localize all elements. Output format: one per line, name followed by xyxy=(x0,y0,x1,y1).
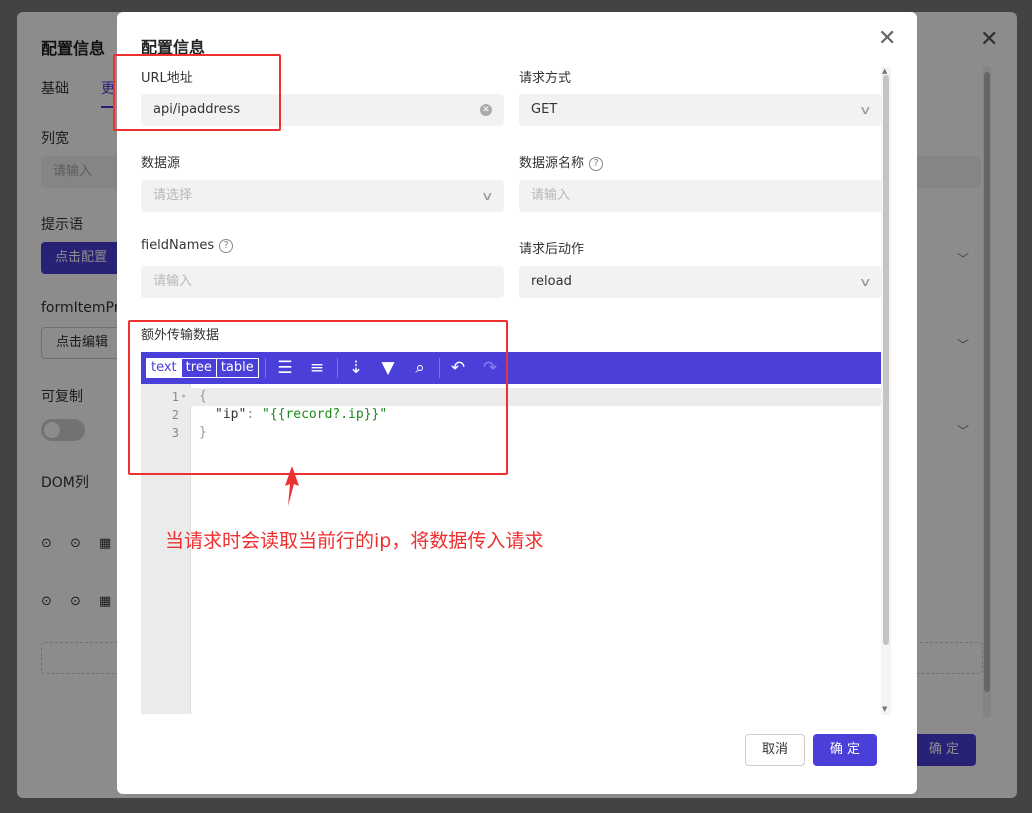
scroll-down-icon[interactable]: ▼ xyxy=(882,705,887,713)
method-select[interactable]: GET ∨ xyxy=(519,94,882,126)
help-icon[interactable]: ? xyxy=(219,239,234,253)
help-icon[interactable]: ? xyxy=(589,157,604,171)
scrollbar-thumb[interactable] xyxy=(883,75,889,645)
annotation-box-extra-data xyxy=(128,320,508,475)
datasource-select[interactable]: 请选择 ∨ xyxy=(141,180,504,212)
label-method: 请求方式 xyxy=(519,71,572,86)
label-after-action: 请求后动作 xyxy=(519,242,585,257)
annotation-arrow-icon xyxy=(285,466,299,506)
chevron-down-icon: ∨ xyxy=(859,275,873,289)
label-datasource-name-text: 数据源名称 xyxy=(519,156,585,171)
label-datasource-name: 数据源名称? xyxy=(519,152,604,171)
chevron-down-icon: ∨ xyxy=(859,103,873,117)
label-field-names: fieldNames? xyxy=(141,238,234,253)
method-value: GET xyxy=(531,102,558,117)
datasource-name-input[interactable]: 请输入 xyxy=(519,180,882,212)
clear-icon[interactable]: ✕ xyxy=(480,104,492,116)
label-datasource: 数据源 xyxy=(141,156,181,171)
ok-button[interactable]: 确 定 xyxy=(813,734,877,766)
annotation-box-url xyxy=(113,54,281,131)
datasource-placeholder: 请选择 xyxy=(153,188,193,203)
scroll-up-icon[interactable]: ▲ xyxy=(882,67,887,75)
after-action-select[interactable]: reload ∨ xyxy=(519,266,882,298)
cancel-button[interactable]: 取消 xyxy=(745,734,805,766)
label-field-names-text: fieldNames xyxy=(141,238,215,253)
modal-scrollbar[interactable]: ▲ ▼ xyxy=(881,67,891,715)
chevron-down-icon: ∨ xyxy=(481,189,495,203)
close-icon[interactable]: ✕ xyxy=(878,28,896,50)
after-action-value: reload xyxy=(531,274,572,289)
annotation-text: 当请求时会读取当前行的ip，将数据传入请求 xyxy=(165,530,544,552)
field-names-input[interactable]: 请输入 xyxy=(141,266,504,298)
